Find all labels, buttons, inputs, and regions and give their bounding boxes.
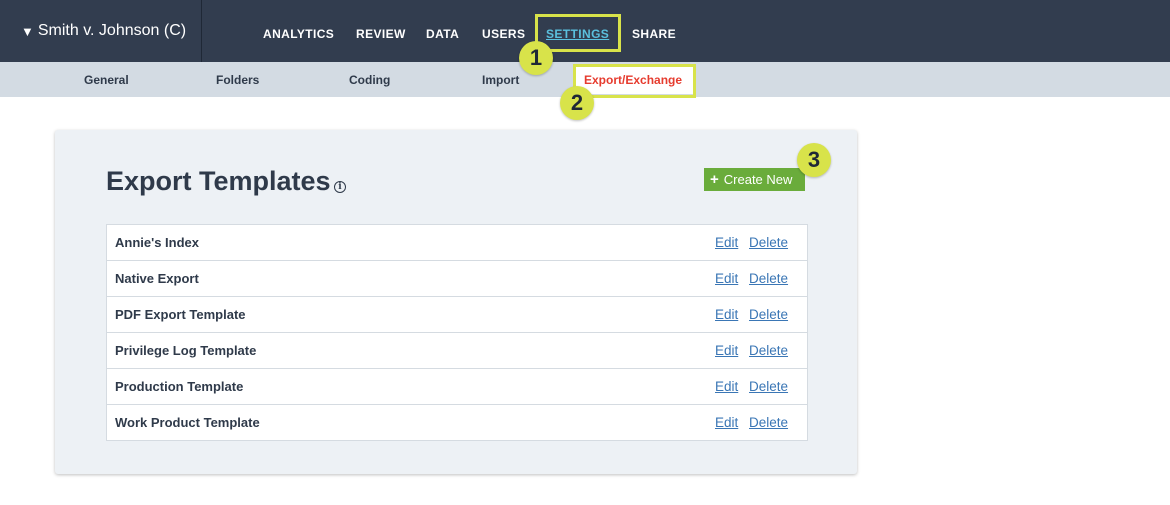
case-selector[interactable]: ▼ Smith v. Johnson (C): [0, 0, 202, 62]
edit-link[interactable]: Edit: [715, 415, 738, 430]
subnav-import[interactable]: Import: [482, 73, 519, 87]
table-row: Work Product Template Edit Delete: [107, 405, 807, 440]
edit-link[interactable]: Edit: [715, 307, 738, 322]
delete-link[interactable]: Delete: [749, 415, 788, 430]
table-row: PDF Export Template Edit Delete: [107, 297, 807, 333]
nav-share[interactable]: SHARE: [632, 27, 676, 41]
delete-link[interactable]: Delete: [749, 307, 788, 322]
template-name: Privilege Log Template: [115, 343, 257, 358]
delete-link[interactable]: Delete: [749, 271, 788, 286]
edit-link[interactable]: Edit: [715, 343, 738, 358]
delete-link[interactable]: Delete: [749, 343, 788, 358]
delete-link[interactable]: Delete: [749, 379, 788, 394]
edit-link[interactable]: Edit: [715, 379, 738, 394]
templates-table: Annie's Index Edit Delete Native Export …: [106, 224, 808, 441]
callout-badge-3: 3: [797, 143, 831, 177]
table-row: Production Template Edit Delete: [107, 369, 807, 405]
nav-users[interactable]: USERS: [482, 27, 525, 41]
template-name: PDF Export Template: [115, 307, 246, 322]
plus-icon: +: [710, 171, 719, 188]
nav-data[interactable]: DATA: [426, 27, 459, 41]
page-title: Export Templates: [106, 166, 331, 196]
template-name: Production Template: [115, 379, 244, 394]
nav-analytics[interactable]: ANALYTICS: [263, 27, 334, 41]
case-title: Smith v. Johnson (C): [37, 22, 187, 39]
table-row: Native Export Edit Delete: [107, 261, 807, 297]
nav-review[interactable]: REVIEW: [356, 27, 406, 41]
callout-badge-1: 1: [519, 41, 553, 75]
table-row: Annie's Index Edit Delete: [107, 225, 807, 261]
highlight-box-export-exchange: [573, 64, 696, 98]
callout-badge-2: 2: [560, 86, 594, 120]
subnav-coding[interactable]: Coding: [349, 73, 390, 87]
subnav-folders[interactable]: Folders: [216, 73, 259, 87]
info-icon[interactable]: i: [334, 181, 346, 193]
delete-link[interactable]: Delete: [749, 235, 788, 250]
caret-down-icon: ▼: [21, 23, 34, 39]
create-new-button[interactable]: + Create New: [704, 168, 805, 191]
subnav-general[interactable]: General: [84, 73, 129, 87]
edit-link[interactable]: Edit: [715, 235, 738, 250]
template-name: Annie's Index: [115, 235, 199, 250]
template-name: Native Export: [115, 271, 199, 286]
template-name: Work Product Template: [115, 415, 260, 430]
create-new-label: Create New: [723, 172, 793, 187]
table-row: Privilege Log Template Edit Delete: [107, 333, 807, 369]
edit-link[interactable]: Edit: [715, 271, 738, 286]
